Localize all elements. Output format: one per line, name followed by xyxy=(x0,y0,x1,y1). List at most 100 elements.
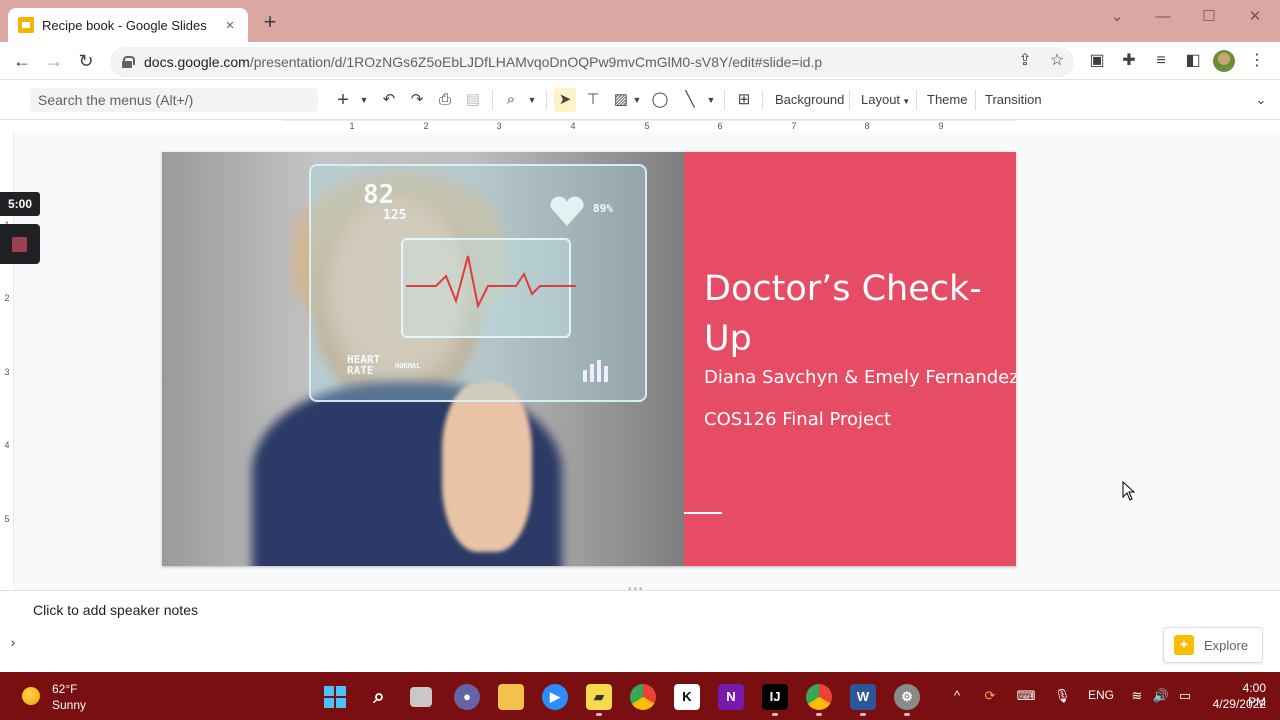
bookmark-star-icon[interactable]: ☆ xyxy=(1046,50,1068,72)
record-button[interactable] xyxy=(0,224,40,264)
show-hidden-icons-chevron-icon[interactable]: ^ xyxy=(950,688,964,703)
cursor-app-icon[interactable]: K xyxy=(674,684,700,710)
microphone-icon[interactable]: 🎙 xyxy=(1054,688,1071,704)
shape-icon[interactable]: ◯ xyxy=(650,88,670,112)
language-indicator[interactable]: ENG xyxy=(1086,688,1116,702)
holo-heart-rate: HEART RATE xyxy=(347,353,381,377)
side-panel-icon[interactable]: ◧ xyxy=(1182,50,1204,72)
zoom-icon[interactable]: ⌕ xyxy=(502,88,520,112)
ecg-line xyxy=(406,255,576,310)
tab-close-icon[interactable]: × xyxy=(222,17,238,34)
close-window-button[interactable]: ✕ xyxy=(1232,6,1278,28)
toolbar-divider xyxy=(492,90,493,110)
slide-title[interactable]: Doctor’s Check-Up xyxy=(704,264,1004,364)
sun-weather-icon[interactable] xyxy=(22,687,40,705)
new-tab-button[interactable]: + xyxy=(258,10,282,34)
onenote-icon[interactable]: N xyxy=(718,684,744,710)
insert-image-icon[interactable]: ▨ xyxy=(612,88,630,112)
forward-arrow-icon[interactable]: → xyxy=(43,50,65,72)
wifi-icon[interactable]: ≋ xyxy=(1128,688,1146,704)
text-box-icon[interactable]: ⊤ xyxy=(584,88,602,112)
weather-description[interactable]: Sunny xyxy=(52,698,86,712)
weather-temperature[interactable]: 62°F xyxy=(52,682,77,696)
clock-date[interactable]: 4/29/2022 xyxy=(1202,697,1266,711)
ruler-number: 5 xyxy=(4,514,10,524)
chrome-icon[interactable] xyxy=(630,684,656,710)
zoom-app-icon[interactable]: ▶ xyxy=(542,684,568,710)
minimize-button[interactable]: — xyxy=(1140,6,1186,28)
tab-search-icon[interactable]: ⌄ xyxy=(1094,6,1140,28)
media-icon[interactable]: ≡ xyxy=(1150,50,1172,72)
layout-button[interactable]: Layout ▼ xyxy=(861,88,910,112)
slide-subtitle-course[interactable]: COS126 Final Project xyxy=(704,409,1004,430)
line-dropdown-icon[interactable]: ▼ xyxy=(706,88,716,112)
redo-icon[interactable]: ↷ xyxy=(408,88,426,112)
sticky-notes-icon[interactable]: ▰ xyxy=(586,684,612,710)
profile-avatar[interactable] xyxy=(1213,50,1235,72)
select-cursor-icon[interactable]: ➤ xyxy=(554,88,576,112)
toolbar-divider xyxy=(916,90,917,110)
slide-subtitle-authors[interactable]: Diana Savchyn & Emely Fernandez xyxy=(704,367,1016,388)
background-button[interactable]: Background xyxy=(775,88,844,112)
explore-label: Explore xyxy=(1204,637,1249,653)
keyboard-icon[interactable]: ⌨ xyxy=(1016,688,1036,704)
slide[interactable]: 82 125 89% HEART RATE NORMAL Doctor’s Ch… xyxy=(162,152,1016,566)
search-icon[interactable]: ⌕ xyxy=(366,684,392,710)
bar-graph-icon xyxy=(583,360,608,382)
word-icon[interactable]: W xyxy=(850,684,876,710)
reload-icon[interactable]: ↻ xyxy=(75,50,97,72)
extensions-icon[interactable]: ✚ xyxy=(1118,50,1140,72)
holo-percent: 89% xyxy=(593,202,613,215)
back-arrow-icon[interactable]: ← xyxy=(11,50,33,72)
chat-icon[interactable]: ● xyxy=(454,684,480,710)
add-comment-icon[interactable]: ⊞ xyxy=(734,88,754,112)
undo-icon[interactable]: ↶ xyxy=(380,88,398,112)
mouse-pointer-icon xyxy=(1122,481,1136,501)
layout-label: Layout xyxy=(861,92,901,107)
toolbar-divider xyxy=(546,90,547,110)
maximize-button[interactable]: ☐ xyxy=(1186,6,1232,28)
theme-button[interactable]: Theme xyxy=(927,88,967,112)
image-dropdown-icon[interactable]: ▼ xyxy=(632,88,642,112)
doctor-photo[interactable]: 82 125 89% HEART RATE NORMAL xyxy=(162,152,684,566)
timer-badge: 5:00 xyxy=(0,192,40,216)
tab-title: Recipe book - Google Slides xyxy=(42,17,207,33)
ruler-number: 6 xyxy=(717,121,723,131)
windows-start-icon[interactable] xyxy=(322,684,348,710)
browser-menu-icon[interactable]: ⋮ xyxy=(1246,50,1268,72)
accent-line xyxy=(684,512,722,514)
speaker-notes-placeholder[interactable]: Click to add speaker notes xyxy=(33,602,198,618)
cast-icon[interactable]: ▣ xyxy=(1086,50,1108,72)
address-bar[interactable]: docs.google.com/presentation/d/1ROzNGs6Z… xyxy=(110,47,1074,77)
url-text: docs.google.com/presentation/d/1ROzNGs6Z… xyxy=(144,54,822,70)
chrome-profile-icon[interactable] xyxy=(806,684,832,710)
running-indicator xyxy=(816,713,822,716)
zoom-dropdown-icon[interactable]: ▼ xyxy=(526,88,538,112)
toolbar-divider xyxy=(724,90,725,110)
line-icon[interactable]: ╲ xyxy=(680,88,700,112)
transition-button[interactable]: Transition xyxy=(985,88,1042,112)
file-explorer-icon[interactable] xyxy=(498,684,524,710)
new-slide-plus-icon[interactable]: + xyxy=(334,88,352,112)
intellij-icon[interactable]: IJ xyxy=(762,684,788,710)
toolbar-divider xyxy=(762,90,763,110)
ruler-number: 4 xyxy=(4,440,10,450)
browser-tab[interactable]: Recipe book - Google Slides × xyxy=(8,8,248,42)
sync-icon[interactable]: ⟳ xyxy=(980,688,1000,704)
menu-search-input[interactable]: Search the menus (Alt+/) xyxy=(30,88,318,112)
ruler-number: 4 xyxy=(570,121,576,131)
ruler-number: 9 xyxy=(938,121,944,131)
layout-dropdown-icon: ▼ xyxy=(900,97,911,106)
new-slide-dropdown-icon[interactable]: ▼ xyxy=(358,88,370,112)
settings-gear-icon[interactable]: ⚙ xyxy=(894,684,920,710)
print-icon[interactable]: ⎙ xyxy=(436,88,454,112)
collapse-toolbar-chevron-icon[interactable]: ⌄ xyxy=(1252,88,1270,112)
share-icon[interactable]: ⇪ xyxy=(1014,50,1036,72)
volume-icon[interactable]: 🔊 xyxy=(1152,688,1170,704)
paint-format-icon[interactable]: ▤ xyxy=(464,88,482,112)
ruler-number: 8 xyxy=(864,121,870,131)
expand-panel-chevron-icon[interactable]: › xyxy=(4,634,22,652)
battery-icon[interactable]: ▭ xyxy=(1176,688,1194,704)
explore-button[interactable]: ✦ Explore xyxy=(1163,627,1263,663)
task-view-icon[interactable] xyxy=(410,687,432,707)
